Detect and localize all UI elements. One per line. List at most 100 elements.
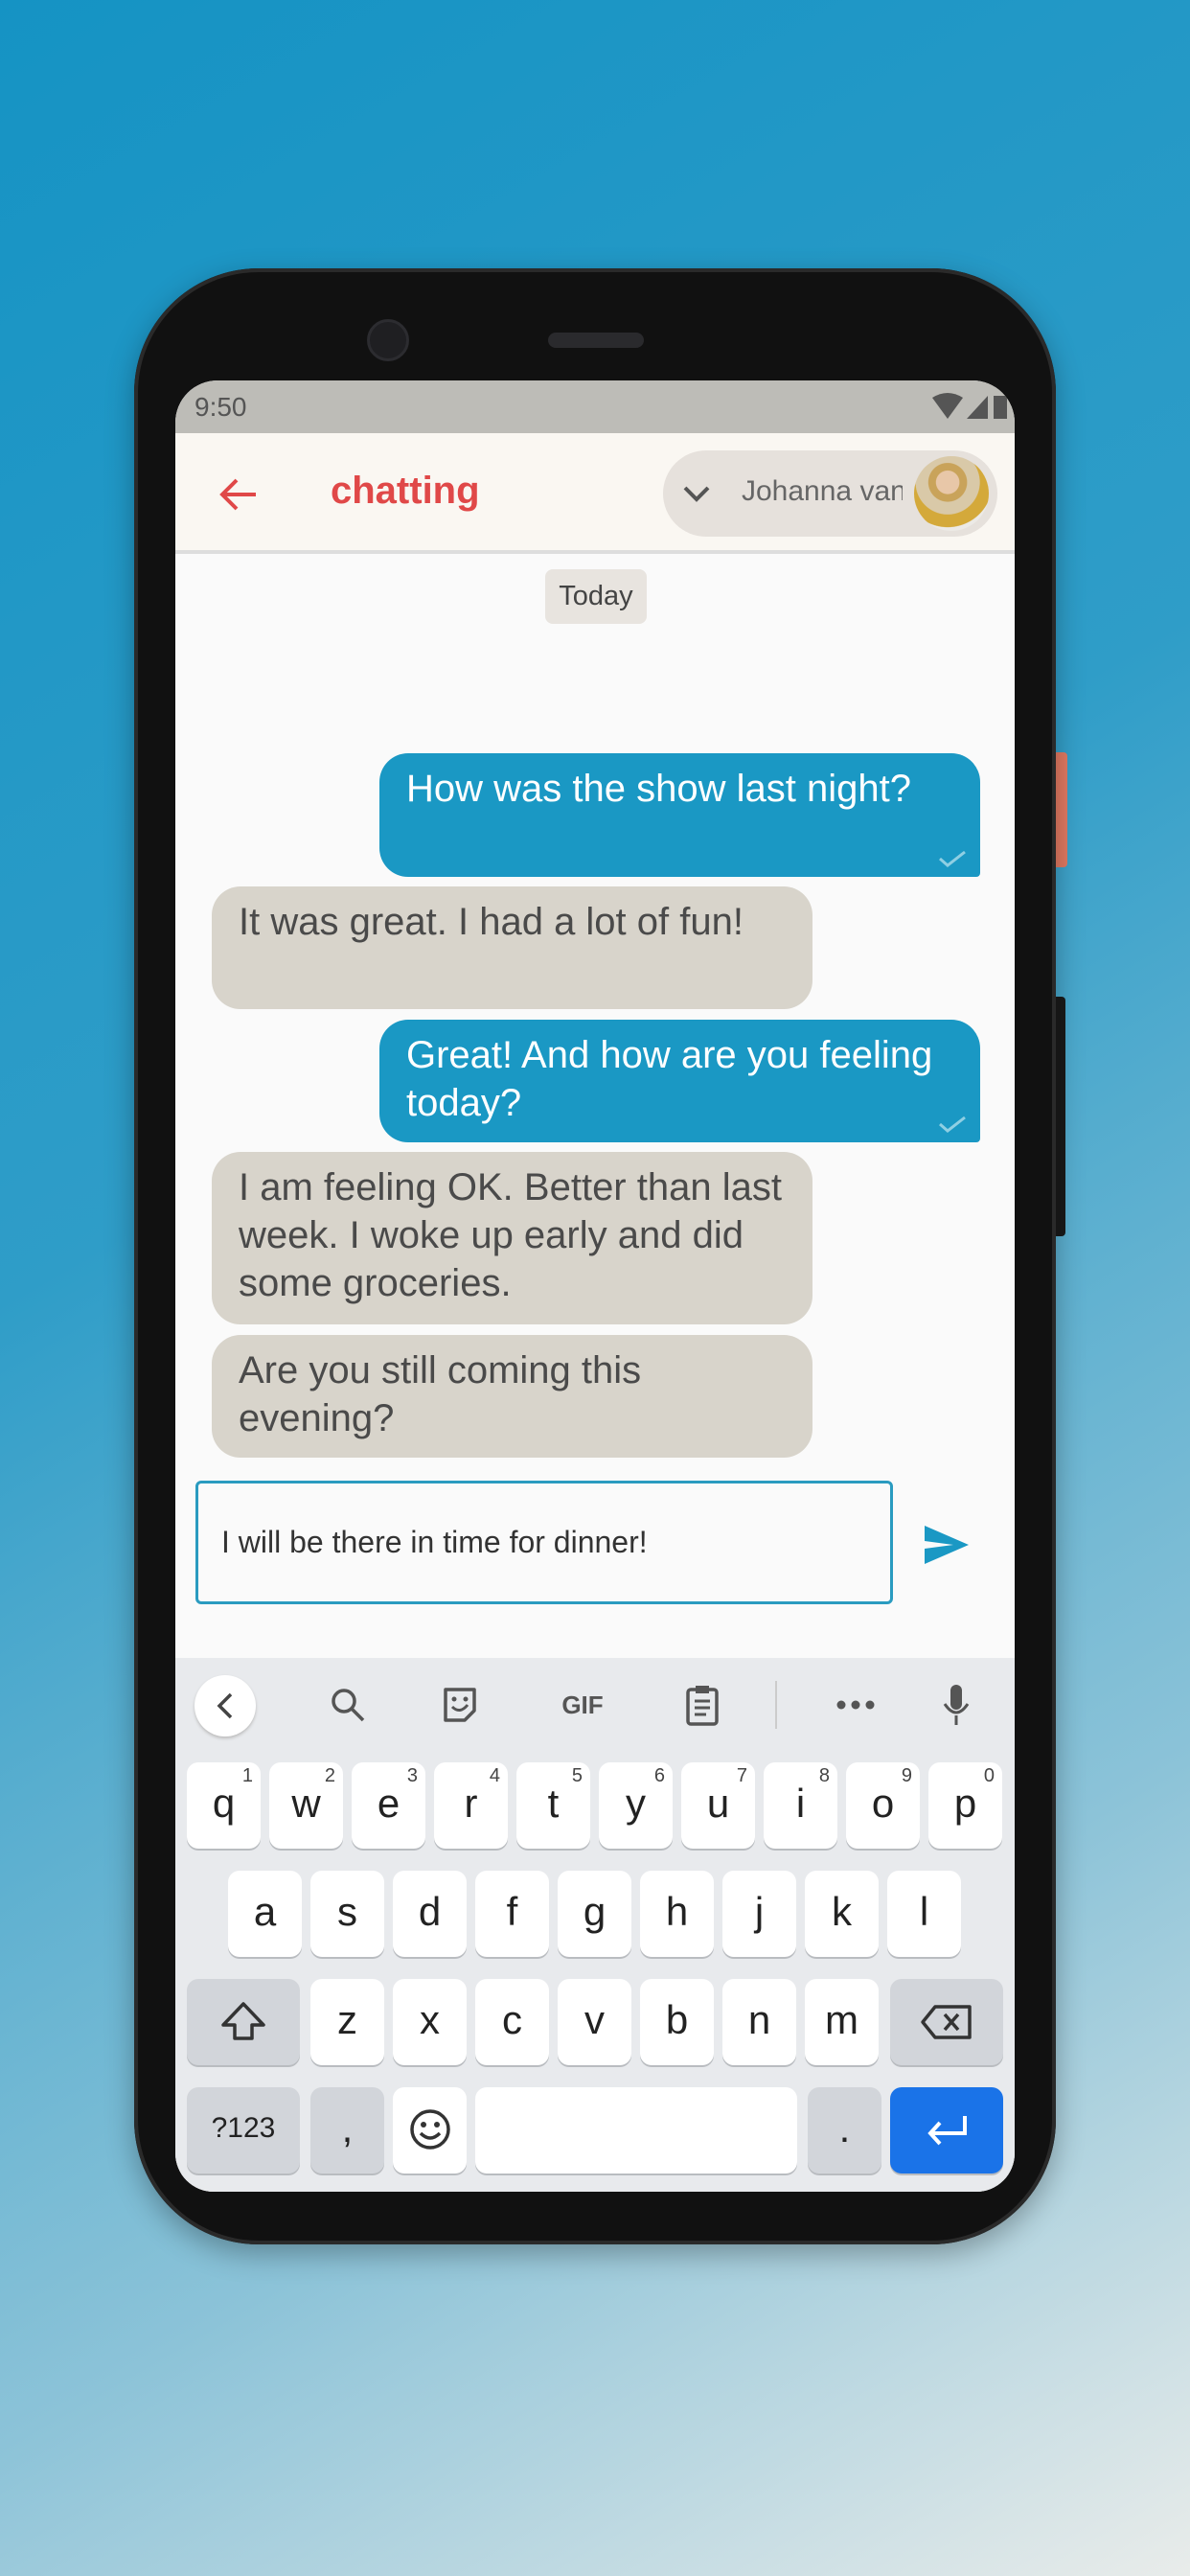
message-text: Are you still coming this evening? bbox=[239, 1349, 642, 1439]
message-received: Are you still coming this evening? bbox=[212, 1335, 812, 1458]
key-label: h bbox=[665, 1889, 689, 1934]
key-label: w bbox=[291, 1781, 321, 1826]
more-button[interactable] bbox=[827, 1675, 884, 1735]
side-button bbox=[1056, 752, 1067, 867]
key-w[interactable]: w2 bbox=[269, 1762, 343, 1849]
key-label: u bbox=[706, 1781, 730, 1826]
key-a[interactable]: a bbox=[228, 1871, 302, 1957]
key-label: r bbox=[464, 1781, 478, 1826]
sticker-button[interactable] bbox=[431, 1675, 489, 1735]
backspace-key[interactable] bbox=[890, 1979, 1003, 2065]
key-n[interactable]: n bbox=[722, 1979, 796, 2065]
key-v[interactable]: v bbox=[558, 1979, 631, 2065]
message-received: It was great. I had a lot of fun! bbox=[212, 886, 812, 1009]
collapse-toolbar-button[interactable] bbox=[195, 1675, 256, 1736]
key-label: y bbox=[626, 1781, 646, 1826]
search-button[interactable] bbox=[319, 1675, 377, 1735]
key-label: z bbox=[337, 1997, 357, 2042]
key-label: t bbox=[547, 1781, 560, 1826]
message-sent: How was the show last night? bbox=[379, 753, 980, 877]
send-icon[interactable] bbox=[923, 1524, 971, 1566]
page-title: chatting bbox=[331, 470, 480, 512]
date-chip: Today bbox=[545, 569, 647, 624]
key-b[interactable]: b bbox=[640, 1979, 714, 2065]
status-icons bbox=[932, 393, 1007, 419]
key-label: p bbox=[953, 1781, 977, 1826]
toolbar-divider bbox=[775, 1681, 777, 1729]
symbols-key[interactable]: ?123 bbox=[187, 2087, 300, 2174]
key-r[interactable]: r4 bbox=[434, 1762, 508, 1849]
screen: 9:50 chatting Johanna van Today How was … bbox=[175, 380, 1015, 2192]
shift-key[interactable] bbox=[187, 1979, 300, 2065]
key-l[interactable]: l bbox=[887, 1871, 961, 1957]
key-label: g bbox=[583, 1889, 606, 1934]
key-label: j bbox=[754, 1889, 765, 1934]
emoji-key[interactable] bbox=[393, 2087, 467, 2174]
message-text: I am feeling OK. Better than last week. … bbox=[239, 1166, 782, 1304]
comma-key[interactable]: , bbox=[310, 2087, 384, 2174]
key-label: b bbox=[665, 1997, 689, 2042]
message-input[interactable]: I will be there in time for dinner! bbox=[195, 1481, 893, 1604]
key-hint: 9 bbox=[901, 1765, 912, 1786]
key-z[interactable]: z bbox=[310, 1979, 384, 2065]
contact-name: Johanna van bbox=[742, 475, 903, 507]
key-h[interactable]: h bbox=[640, 1871, 714, 1957]
front-camera bbox=[367, 319, 409, 361]
key-label: e bbox=[377, 1781, 400, 1826]
keyboard: GIF q1w2e3r4t5y6u7i8o9p0asdfghjklzxcvbnm… bbox=[175, 1658, 1015, 2192]
key-hint: 4 bbox=[489, 1765, 500, 1786]
clipboard-button[interactable] bbox=[674, 1675, 731, 1735]
key-m[interactable]: m bbox=[805, 1979, 879, 2065]
key-hint: 5 bbox=[571, 1765, 583, 1786]
key-hint: 2 bbox=[324, 1765, 335, 1786]
key-f[interactable]: f bbox=[475, 1871, 549, 1957]
key-hint: 8 bbox=[818, 1765, 830, 1786]
key-i[interactable]: i8 bbox=[764, 1762, 837, 1849]
chevron-down-icon bbox=[683, 486, 710, 502]
enter-key[interactable] bbox=[890, 2087, 1003, 2174]
key-q[interactable]: q1 bbox=[187, 1762, 261, 1849]
sticker-icon bbox=[444, 1688, 476, 1722]
key-s[interactable]: s bbox=[310, 1871, 384, 1957]
key-y[interactable]: y6 bbox=[599, 1762, 673, 1849]
key-k[interactable]: k bbox=[805, 1871, 879, 1957]
check-icon bbox=[939, 1116, 966, 1133]
contact-selector[interactable]: Johanna van bbox=[663, 450, 997, 537]
key-label: l bbox=[919, 1889, 929, 1934]
key-label: ?123 bbox=[211, 2112, 276, 2144]
space-key[interactable] bbox=[475, 2087, 797, 2174]
key-p[interactable]: p0 bbox=[928, 1762, 1002, 1849]
key-label: d bbox=[418, 1889, 442, 1934]
wifi-icon bbox=[932, 393, 963, 419]
key-c[interactable]: c bbox=[475, 1979, 549, 2065]
key-o[interactable]: o9 bbox=[846, 1762, 920, 1849]
key-j[interactable]: j bbox=[722, 1871, 796, 1957]
key-u[interactable]: u7 bbox=[681, 1762, 755, 1849]
key-g[interactable]: g bbox=[558, 1871, 631, 1957]
period-key[interactable]: . bbox=[808, 2087, 881, 2174]
voice-input-button[interactable] bbox=[932, 1675, 980, 1735]
gif-button[interactable]: GIF bbox=[549, 1675, 616, 1735]
key-label: c bbox=[502, 1997, 522, 2042]
key-label: , bbox=[341, 2105, 354, 2150]
key-hint: 6 bbox=[653, 1765, 665, 1786]
key-x[interactable]: x bbox=[393, 1979, 467, 2065]
key-d[interactable]: d bbox=[393, 1871, 467, 1957]
key-t[interactable]: t5 bbox=[516, 1762, 590, 1849]
key-label: x bbox=[420, 1997, 440, 2042]
key-hint: 3 bbox=[406, 1765, 418, 1786]
key-hint: 1 bbox=[241, 1765, 253, 1786]
key-label: f bbox=[506, 1889, 518, 1934]
earpiece bbox=[548, 333, 644, 348]
message-received: I am feeling OK. Better than last week. … bbox=[212, 1152, 812, 1324]
key-label: n bbox=[747, 1997, 771, 2042]
chevron-left-icon bbox=[217, 1692, 233, 1719]
key-label: v bbox=[584, 1997, 605, 2042]
key-label: o bbox=[871, 1781, 895, 1826]
key-e[interactable]: e3 bbox=[352, 1762, 425, 1849]
emoji-icon bbox=[409, 2109, 450, 2150]
back-arrow-icon[interactable] bbox=[217, 475, 260, 514]
status-time: 9:50 bbox=[195, 392, 247, 422]
microphone-icon bbox=[943, 1685, 970, 1725]
shift-icon bbox=[221, 2002, 265, 2040]
